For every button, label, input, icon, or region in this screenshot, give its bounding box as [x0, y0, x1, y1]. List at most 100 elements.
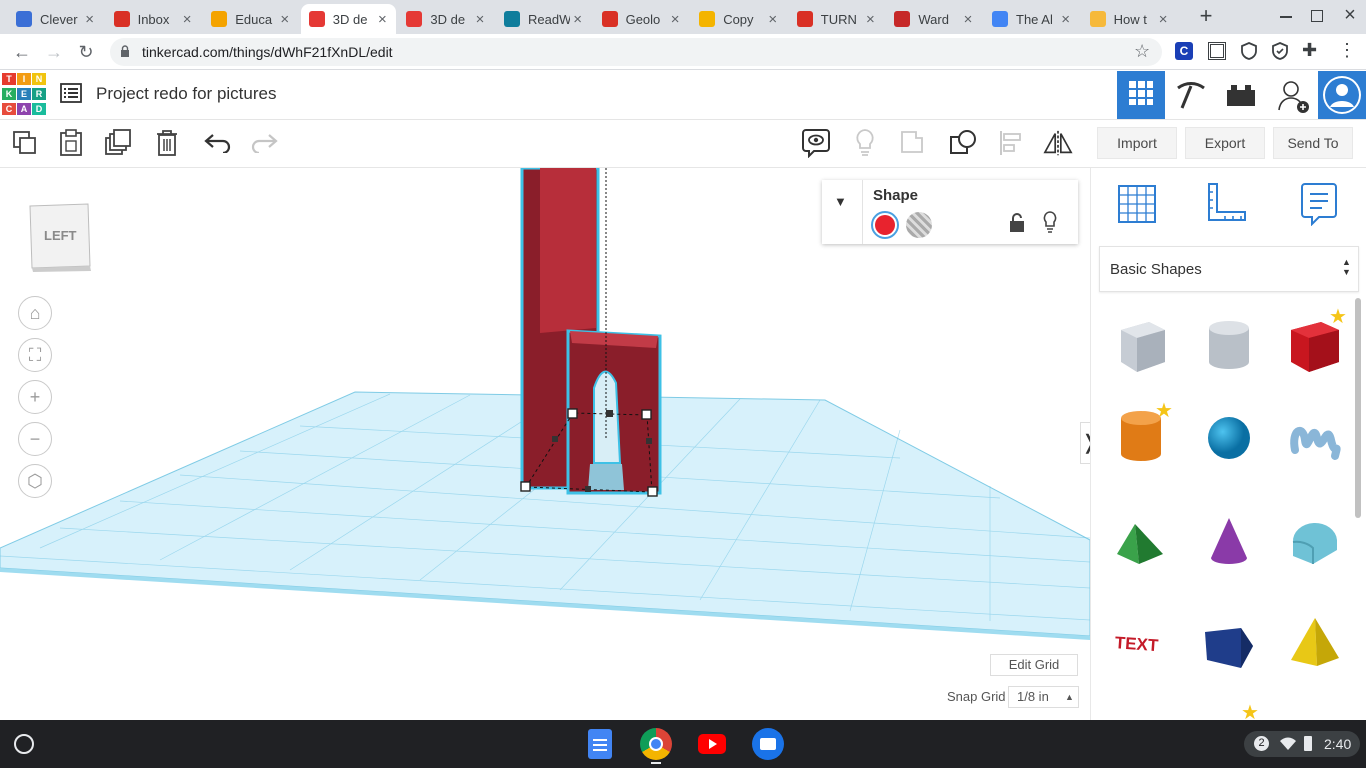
tab-title: Clever	[40, 11, 78, 27]
cone-shape[interactable]	[1201, 512, 1257, 568]
sphere-shape[interactable]	[1201, 410, 1257, 466]
tab-close-icon[interactable]: ×	[765, 11, 781, 28]
tab-close-icon[interactable]: ×	[82, 11, 98, 28]
browser-tab[interactable]: How t ×	[1082, 4, 1178, 34]
tab-close-icon[interactable]: ×	[960, 11, 976, 28]
export-button[interactable]: Export	[1185, 127, 1265, 159]
duplicate-icon[interactable]	[104, 128, 134, 158]
forward-button[interactable]: →	[42, 40, 66, 64]
text-shape[interactable]: TEXT	[1113, 614, 1169, 670]
edit-grid-button[interactable]: Edit Grid	[990, 654, 1078, 676]
tab-close-icon[interactable]: ×	[1155, 11, 1171, 28]
favorite-star-icon: ★	[1155, 400, 1173, 422]
scribble-shape[interactable]	[1287, 410, 1343, 466]
shape-category-select[interactable]: Basic Shapes ▲ ▼	[1099, 246, 1359, 292]
reload-button[interactable]: ↻	[74, 40, 98, 64]
shield-check-icon[interactable]	[1271, 42, 1289, 65]
chrome-app-icon[interactable]	[640, 728, 672, 760]
zoom-out-button[interactable]: −	[18, 422, 52, 456]
grid-view-icon	[1128, 80, 1154, 111]
tab-close-icon[interactable]: ×	[570, 11, 586, 28]
home-view-button[interactable]: ⌂	[18, 296, 52, 330]
tab-close-icon[interactable]: ×	[277, 11, 293, 28]
browser-tab[interactable]: Educa ×	[203, 4, 299, 34]
new-tab-button[interactable]: +	[1196, 5, 1216, 27]
ungroup-icon[interactable]	[948, 128, 978, 158]
cylinder-hole-shape[interactable]	[1201, 316, 1257, 372]
design-list-icon[interactable]	[60, 83, 82, 103]
browser-tab[interactable]: The Al ×	[984, 4, 1080, 34]
snap-grid-select[interactable]: 1/8 in ▲	[1008, 686, 1079, 708]
minimize-button[interactable]	[1276, 8, 1296, 24]
browser-tab[interactable]: ReadW ×	[496, 4, 592, 34]
hole-swatch[interactable]	[906, 212, 932, 238]
workplane-tool-icon[interactable]	[1115, 182, 1157, 229]
status-tray[interactable]: 2 2:40	[1244, 731, 1360, 757]
browser-tab[interactable]: Copy ×	[691, 4, 787, 34]
browser-tab[interactable]: Ward ×	[886, 4, 982, 34]
address-bar[interactable]: tinkercad.com/things/dWhF21fXnDL/edit ☆	[110, 38, 1162, 66]
back-button[interactable]: ←	[10, 40, 34, 64]
browser-tab[interactable]: 3D de ×	[398, 4, 494, 34]
box-hole-shape[interactable]	[1113, 316, 1169, 372]
tab-close-icon[interactable]: ×	[472, 11, 488, 28]
browser-tab[interactable]: TURN ×	[789, 4, 885, 34]
browser-menu-icon[interactable]: ⋮	[1338, 38, 1356, 62]
send-to-button[interactable]: Send To	[1273, 127, 1353, 159]
qr-code-icon[interactable]	[1208, 42, 1226, 60]
import-button[interactable]: Import	[1097, 127, 1177, 159]
fit-view-button[interactable]: ⛶	[18, 338, 52, 372]
tab-close-icon[interactable]: ×	[862, 11, 878, 28]
panel-scrollbar[interactable]	[1355, 298, 1361, 518]
lock-toggle-icon[interactable]	[1009, 213, 1025, 238]
close-window-button[interactable]: ×	[1340, 4, 1360, 26]
youtube-app-icon[interactable]	[698, 734, 726, 754]
files-app-icon[interactable]	[752, 728, 784, 760]
browser-tab[interactable]: Clever ×	[8, 4, 104, 34]
visibility-bulb-icon[interactable]	[1042, 211, 1058, 238]
ruler-tool-icon[interactable]	[1205, 182, 1247, 229]
workplane-canvas[interactable]: LEFT ⌂ ⛶ + − ⬡ ▼ Shape Edit Grid Snap Gr…	[0, 168, 1090, 720]
notes-eye-icon[interactable]	[801, 128, 831, 158]
3d-design-view-button[interactable]	[1117, 71, 1165, 119]
tab-close-icon[interactable]: ×	[374, 11, 390, 28]
browser-tab[interactable]: Geolo ×	[594, 4, 690, 34]
project-title[interactable]: Project redo for pictures	[96, 84, 276, 104]
tab-close-icon[interactable]: ×	[1058, 11, 1074, 28]
undo-icon[interactable]	[202, 128, 232, 158]
docs-app-icon[interactable]	[588, 729, 612, 759]
perspective-toggle-button[interactable]: ⬡	[18, 464, 52, 498]
shield-extension-icon[interactable]	[1240, 42, 1258, 65]
tab-close-icon[interactable]: ×	[667, 11, 683, 28]
add-user-icon[interactable]	[1278, 80, 1310, 119]
solid-color-swatch[interactable]	[871, 211, 899, 239]
collapse-chevron-icon[interactable]: ▼	[834, 194, 847, 209]
bookmark-star-icon[interactable]: ☆	[1134, 41, 1150, 62]
user-avatar[interactable]	[1318, 71, 1366, 119]
bricks-icon[interactable]	[1226, 82, 1256, 113]
notes-tool-icon[interactable]	[1301, 182, 1337, 231]
browser-tab[interactable]: Inbox ×	[106, 4, 202, 34]
pyramid-shape[interactable]	[1287, 614, 1343, 670]
launcher-button[interactable]	[14, 734, 34, 754]
delete-icon[interactable]	[152, 128, 182, 158]
face-icon	[1089, 11, 1106, 27]
roof-shape[interactable]	[1113, 514, 1169, 570]
tab-title: The Al	[1016, 11, 1053, 27]
pickaxe-icon[interactable]	[1174, 78, 1208, 117]
extension-c-icon[interactable]: C	[1175, 42, 1193, 60]
copy-icon[interactable]	[10, 128, 40, 158]
mirror-icon[interactable]	[1043, 128, 1073, 158]
restore-button[interactable]	[1311, 10, 1323, 22]
extensions-puzzle-icon[interactable]: ✚	[1302, 40, 1317, 61]
zoom-in-button[interactable]: +	[18, 380, 52, 414]
view-cube[interactable]: LEFT	[28, 202, 91, 272]
tab-close-icon[interactable]: ×	[179, 11, 195, 28]
polygon-shape[interactable]	[1201, 620, 1257, 676]
browser-tab[interactable]: 3D de ×	[300, 4, 397, 34]
tinkercad-logo[interactable]: TIN KER CAD	[2, 73, 46, 117]
shapes-panel: Basic Shapes ▲ ▼ ★ ★ TEXT ★	[1090, 168, 1366, 724]
selected-red-shape	[520, 168, 662, 495]
round-roof-shape[interactable]	[1287, 514, 1343, 570]
paste-icon[interactable]	[56, 128, 86, 158]
